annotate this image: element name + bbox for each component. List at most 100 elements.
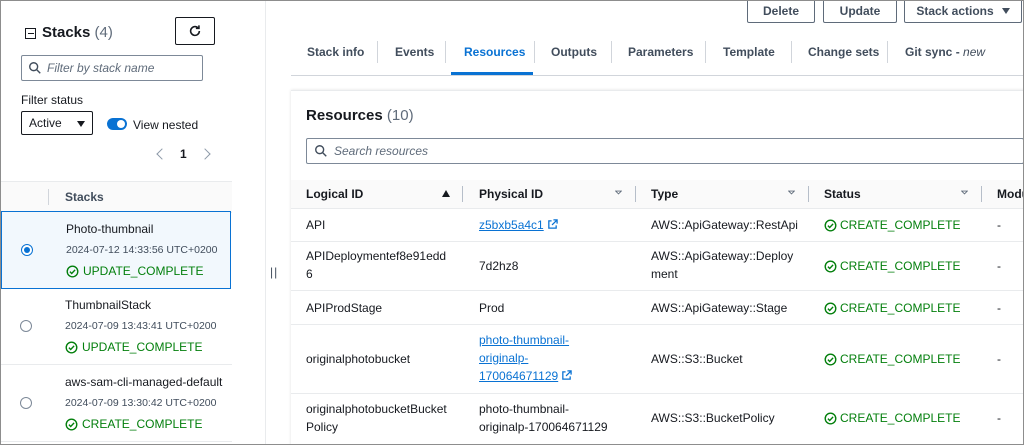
tab-outputs[interactable]: Outputs	[551, 45, 597, 59]
resource-type: AWS::ApiGateway::Deploy ment	[651, 247, 793, 283]
resize-handle-icon[interactable]: ||	[270, 265, 278, 279]
table-row: APIProdStage Prod AWS::ApiGateway::Stage…	[291, 291, 1023, 325]
refresh-button[interactable]	[175, 17, 215, 45]
column-separator[interactable]	[808, 186, 809, 202]
logical-id-line: originalphotobucketBucket	[306, 402, 447, 416]
stack-row[interactable]: Photo-thumbnail 2024-07-12 14:33:56 UTC+…	[1, 211, 231, 289]
resource-status: CREATE_COMPLETE	[824, 350, 960, 368]
table-row: APIDeploymentef8e91edd 6 7d2hz8 AWS::ApiG…	[291, 242, 1023, 291]
stack-radio[interactable]	[20, 320, 32, 332]
stack-status: UPDATE_COMPLETE	[66, 264, 203, 278]
logical-id: APIDeploymentef8e91edd 6	[306, 247, 446, 283]
physical-id: 7d2hz8	[479, 259, 519, 273]
column-logical-id[interactable]: Logical ID	[306, 187, 363, 201]
resource-status: CREATE_COMPLETE	[824, 409, 960, 427]
sort-icon[interactable]	[788, 190, 795, 195]
resources-table-header: Logical ID Physical ID Type Status Modu	[291, 180, 1023, 209]
success-icon	[65, 341, 78, 353]
resource-type-line: ment	[651, 267, 678, 281]
view-nested-toggle[interactable]	[107, 118, 127, 130]
stack-status: CREATE_COMPLETE	[65, 417, 202, 431]
tab-parameters[interactable]: Parameters	[628, 45, 693, 59]
collapse-panel-icon[interactable]	[25, 28, 36, 39]
physical-id-link[interactable]: photo-thumbnail-originalp- 170064671129	[479, 331, 572, 385]
external-link-icon[interactable]	[547, 219, 558, 230]
filter-status-label: Filter status	[21, 93, 84, 107]
tab-separator	[611, 41, 612, 63]
success-icon	[824, 219, 837, 231]
column-module[interactable]: Modu	[997, 187, 1023, 201]
tab-template[interactable]: Template	[723, 45, 775, 59]
chevron-right-icon[interactable]	[199, 148, 211, 160]
tab-git-sync[interactable]: Git sync - new	[905, 45, 985, 59]
physical-id-text[interactable]: 170064671129	[479, 369, 558, 383]
stack-filter-input[interactable]: Filter by stack name	[21, 55, 203, 81]
column-separator[interactable]	[981, 186, 982, 202]
resources-title: Resources (10)	[306, 107, 414, 124]
search-resources-placeholder: Search resources	[334, 144, 429, 158]
resource-status-text: CREATE_COMPLETE	[840, 411, 961, 425]
resource-module: -	[997, 352, 1001, 366]
tab-stack-info[interactable]: Stack info	[307, 45, 364, 59]
sort-ascending-icon[interactable]	[442, 190, 450, 197]
column-physical-id[interactable]: Physical ID	[479, 187, 543, 201]
resource-status-text: CREATE_COMPLETE	[840, 218, 961, 232]
physical-id-link[interactable]: z5bxb5a4c1	[479, 216, 558, 234]
resources-panel: Resources (10) Search resources Logical …	[291, 90, 1023, 444]
physical-id-text[interactable]: z5bxb5a4c1	[479, 218, 544, 232]
search-resources-input[interactable]: Search resources	[306, 138, 1023, 164]
caret-down-icon	[1001, 7, 1010, 14]
sort-icon[interactable]	[961, 190, 968, 195]
resource-status-text: CREATE_COMPLETE	[840, 301, 961, 315]
stack-status-text: UPDATE_COMPLETE	[83, 264, 204, 278]
resource-module: -	[997, 218, 1001, 232]
tab-separator	[705, 41, 706, 63]
update-button[interactable]: Update	[823, 1, 897, 23]
stack-radio[interactable]	[20, 397, 32, 409]
delete-button[interactable]: Delete	[747, 1, 815, 23]
update-button-label: Update	[839, 3, 881, 18]
filter-status-select[interactable]: Active	[21, 111, 93, 135]
success-icon	[824, 353, 837, 365]
stack-name[interactable]: ThumbnailStack	[65, 298, 151, 312]
sort-icon[interactable]	[615, 190, 622, 195]
physical-id-text[interactable]: originalp-	[479, 351, 528, 365]
git-sync-new-label: new	[963, 45, 986, 59]
logical-id-line: APIDeploymentef8e91edd	[306, 249, 447, 263]
panel-divider	[233, 1, 266, 444]
stack-date: 2024-07-09 13:30:42 UTC+0200	[65, 397, 217, 409]
resource-status-text: CREATE_COMPLETE	[840, 259, 961, 273]
physical-id: photo-thumbnail-originalp-170064671129	[479, 400, 608, 436]
column-separator[interactable]	[462, 186, 463, 202]
stack-row[interactable]: aws-sam-cli-managed-default 2024-07-09 1…	[1, 365, 232, 442]
stack-actions-button[interactable]: Stack actions	[904, 1, 1022, 23]
stack-name[interactable]: Photo-thumbnail	[66, 222, 153, 236]
table-row: originalphotobucket photo-thumbnail-orig…	[291, 325, 1023, 394]
resource-status: CREATE_COMPLETE	[824, 299, 960, 317]
tab-events[interactable]: Events	[395, 45, 434, 59]
resource-status: CREATE_COMPLETE	[824, 257, 960, 275]
filter-status-value: Active	[29, 116, 62, 130]
table-row: originalphotobucketBucket Policy photo-th…	[291, 394, 1023, 444]
logical-id-line: Policy	[306, 420, 339, 434]
stack-radio[interactable]	[21, 244, 33, 256]
resource-type: AWS::ApiGateway::RestApi	[651, 218, 798, 232]
chevron-left-icon[interactable]	[156, 148, 168, 160]
tab-resources[interactable]: Resources	[464, 45, 525, 59]
column-separator[interactable]	[635, 186, 636, 202]
column-type[interactable]: Type	[651, 187, 678, 201]
resource-type: AWS::ApiGateway::Stage	[651, 301, 788, 315]
stack-name[interactable]: aws-sam-cli-managed-default	[65, 375, 222, 389]
resource-type: AWS::S3::Bucket	[651, 352, 743, 366]
page-number[interactable]: 1	[180, 147, 187, 161]
physical-id-text[interactable]: photo-thumbnail-	[479, 333, 569, 347]
column-separator	[48, 189, 49, 205]
refresh-icon	[189, 25, 201, 37]
tab-separator	[534, 41, 535, 63]
stack-row[interactable]: ThumbnailStack 2024-07-09 13:43:41 UTC+0…	[1, 288, 232, 365]
external-link-icon[interactable]	[561, 370, 572, 381]
success-icon	[65, 418, 78, 430]
cloudformation-window: Stacks (4) Filter by stack name Filter s…	[0, 0, 1024, 445]
tab-change-sets[interactable]: Change sets	[808, 45, 879, 59]
column-status[interactable]: Status	[824, 187, 861, 201]
